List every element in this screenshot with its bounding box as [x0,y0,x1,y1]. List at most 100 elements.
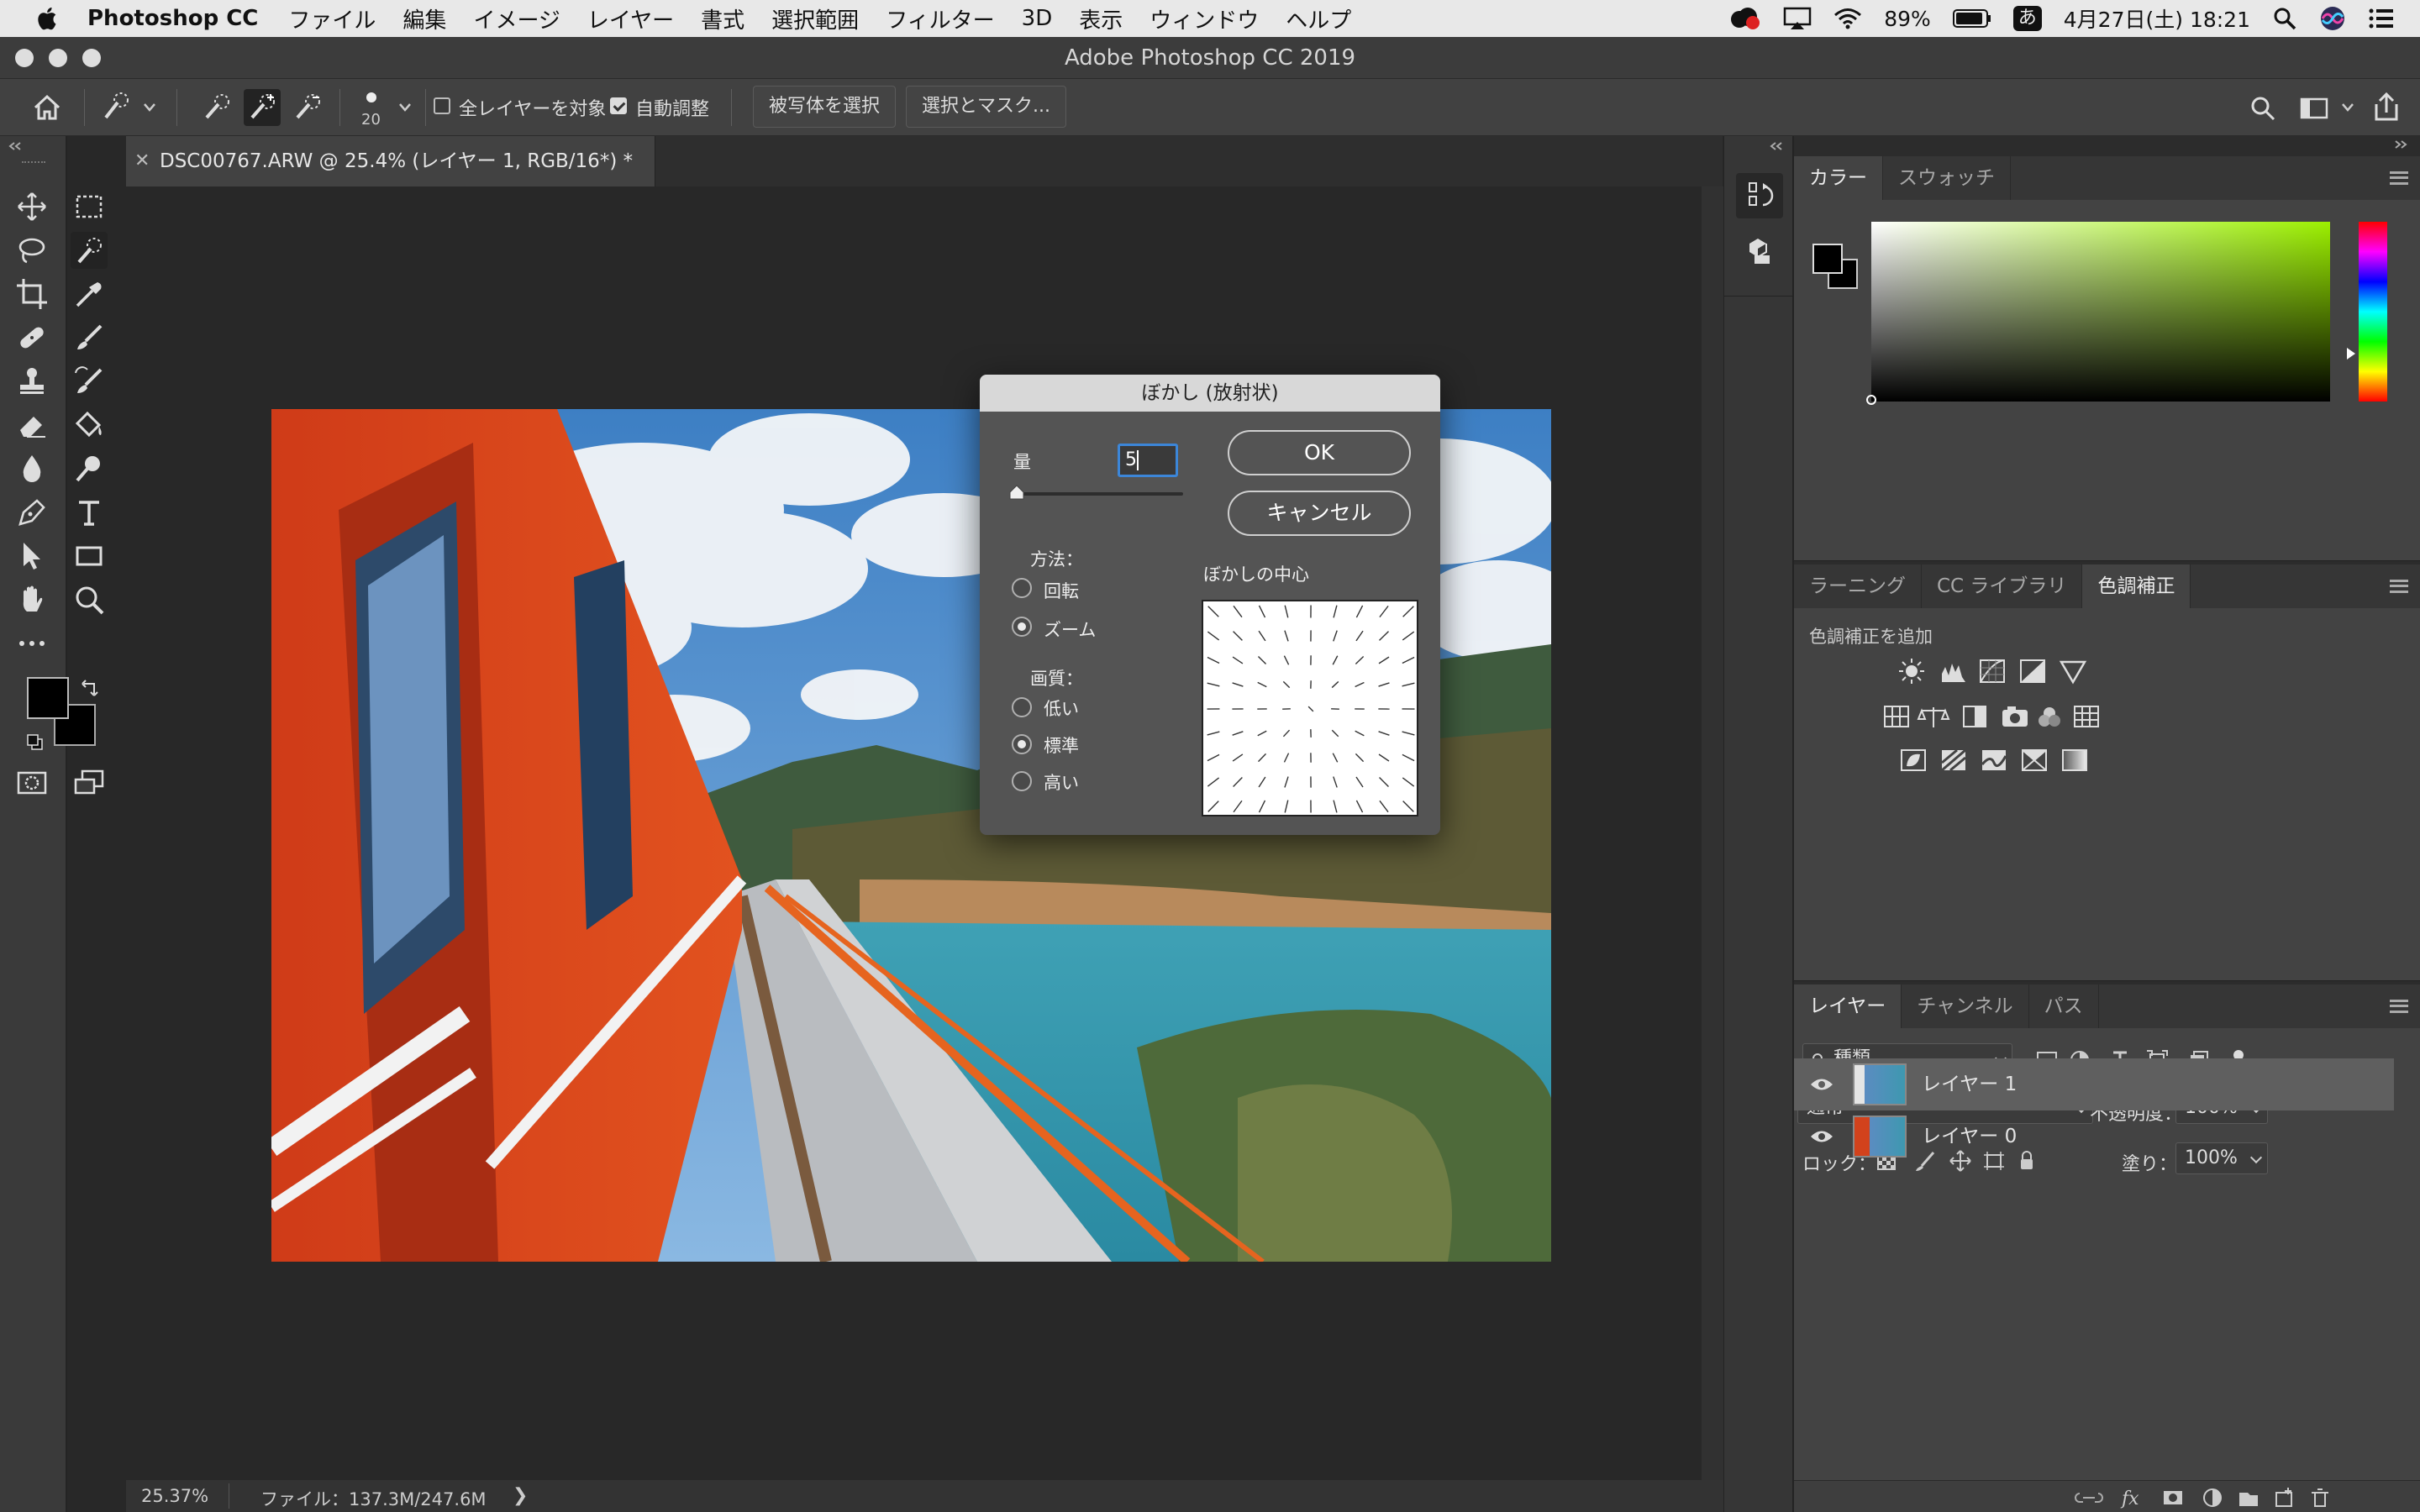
siri-icon[interactable] [2319,5,2346,32]
color-balance-icon[interactable] [1917,707,1950,727]
menu-image[interactable]: イメージ [473,3,560,34]
crop-tool-icon[interactable] [13,276,50,312]
creative-cloud-icon[interactable] [1728,6,1761,31]
more-tools-icon[interactable] [13,625,50,662]
amount-input[interactable]: 5 [1118,444,1178,477]
quality-good-radio[interactable] [1012,734,1032,754]
zoom-tool-icon[interactable] [71,581,108,618]
brush-size-value[interactable]: 20 [361,111,381,129]
invert-icon[interactable] [1901,749,1926,771]
menu-3d[interactable]: 3D [1022,6,1053,31]
ok-button[interactable]: OK [1228,430,1411,475]
hue-slider-handle-icon[interactable] [2345,346,2357,361]
pen-tool-icon[interactable] [13,494,50,531]
app-name-menu[interactable]: Photoshop CC [87,6,258,31]
add-mask-icon[interactable] [2164,1491,2182,1504]
tab-cc-libraries[interactable]: CC ライブラリ [1922,564,2083,608]
layer-row-1[interactable]: レイヤー 1 [1794,1058,2394,1110]
blur-tool-icon[interactable] [13,450,50,487]
auto-enhance-checkbox[interactable] [610,97,627,114]
dodge-tool-icon[interactable] [71,450,108,487]
quality-draft-radio[interactable] [1012,697,1032,717]
new-group-icon[interactable] [2239,1493,2258,1506]
new-layer-icon[interactable] [2275,1488,2292,1507]
workspace-icon[interactable] [2299,96,2329,121]
clone-stamp-tool-icon[interactable] [13,363,50,400]
tab-adjustments[interactable]: 色調補正 [2082,564,2191,608]
curves-icon[interactable] [1980,659,2005,683]
sample-all-layers-checkbox[interactable] [434,97,450,114]
tab-learn[interactable]: ラーニング [1794,564,1922,608]
color-field[interactable] [1871,222,2330,402]
delete-layer-icon[interactable] [2312,1488,2328,1507]
layers-panel-menu-icon[interactable] [2390,1000,2408,1013]
menu-select[interactable]: 選択範囲 [771,3,859,34]
quick-selection-tool-icon[interactable] [71,232,108,269]
vibrance-icon[interactable] [2059,660,2087,685]
hand-tool-icon[interactable] [13,581,50,618]
screen-mode-icon[interactable] [71,764,108,801]
expand-panels-icon[interactable] [1768,141,1785,151]
new-selection-icon[interactable] [198,89,235,126]
move-tool-icon[interactable] [13,188,50,225]
channel-mixer-icon[interactable] [2039,707,2060,727]
add-to-selection-icon[interactable] [244,89,281,126]
tab-swatches[interactable]: スウォッチ [1883,156,2011,200]
tab-paths[interactable]: パス [2029,984,2099,1028]
eraser-tool-icon[interactable] [13,407,50,444]
eyedropper-tool-icon[interactable] [71,276,108,312]
battery-icon[interactable] [1952,8,1991,29]
spot-healing-brush-icon[interactable] [13,319,50,356]
brightness-contrast-icon[interactable] [1899,659,1924,684]
marquee-tool-icon[interactable] [71,188,108,225]
menu-edit[interactable]: 編集 [402,3,446,34]
visibility-eye-icon[interactable] [1809,1127,1834,1146]
new-adjustment-layer-icon[interactable] [2203,1488,2222,1507]
rectangle-tool-icon[interactable] [71,538,108,575]
history-brush-tool-icon[interactable] [71,363,108,400]
input-method-indicator[interactable]: あ [2012,6,2042,31]
quick-mask-icon[interactable] [13,764,50,801]
chevron-down-icon[interactable] [143,102,156,113]
foreground-color-swatch-front[interactable] [27,677,69,719]
share-icon[interactable] [2371,91,2402,123]
home-icon[interactable] [30,91,64,124]
menu-file[interactable]: ファイル [288,3,376,34]
apple-menu-icon[interactable] [34,5,59,32]
canvas-vertical-scrollbar[interactable] [1702,186,1723,1480]
wifi-icon[interactable] [1833,7,1862,30]
blur-center-preview[interactable] [1202,600,1418,816]
select-subject-button[interactable]: 被写体を選択 [753,86,897,128]
layer-style-icon[interactable]: fx [2120,1488,2139,1509]
path-selection-tool-icon[interactable] [13,538,50,575]
menu-window[interactable]: ウィンドウ [1150,3,1259,34]
method-zoom-radio[interactable] [1012,617,1032,637]
brush-tool-icon[interactable] [71,319,108,356]
paint-bucket-tool-icon[interactable] [71,407,108,444]
brush-tip-icon[interactable] [363,89,380,106]
airplay-icon[interactable] [1783,6,1812,31]
properties-panel-icon[interactable] [1736,227,1783,272]
status-menu-arrow-icon[interactable]: ❯ [513,1485,528,1506]
color-lookup-icon[interactable] [2074,706,2099,727]
clock[interactable]: 4月27日(土) 18:21 [2064,3,2250,34]
close-tab-icon[interactable]: ✕ [134,136,150,186]
lasso-tool-icon[interactable] [13,232,50,269]
posterize-icon[interactable] [1941,748,1966,772]
adjustments-panel-menu-icon[interactable] [2390,580,2408,593]
amount-slider-track[interactable] [1015,492,1183,496]
brush-picker-chevron-icon[interactable] [398,102,412,113]
history-panel-icon[interactable] [1736,173,1783,218]
menu-filter[interactable]: フィルター [886,3,994,34]
gradient-map-icon[interactable] [2062,749,2087,771]
hue-saturation-icon[interactable] [1884,706,1909,727]
select-and-mask-button[interactable]: 選択とマスク... [906,86,1066,128]
workspace-chevron-icon[interactable] [2341,102,2354,113]
menu-view[interactable]: 表示 [1079,3,1123,34]
photo-filter-icon[interactable] [2002,706,2028,727]
threshold-icon[interactable] [1981,750,2007,770]
tab-color[interactable]: カラー [1794,156,1883,200]
black-white-icon[interactable] [1963,706,1986,727]
link-layers-icon[interactable] [2075,1493,2103,1503]
subtract-from-selection-icon[interactable] [289,89,326,126]
